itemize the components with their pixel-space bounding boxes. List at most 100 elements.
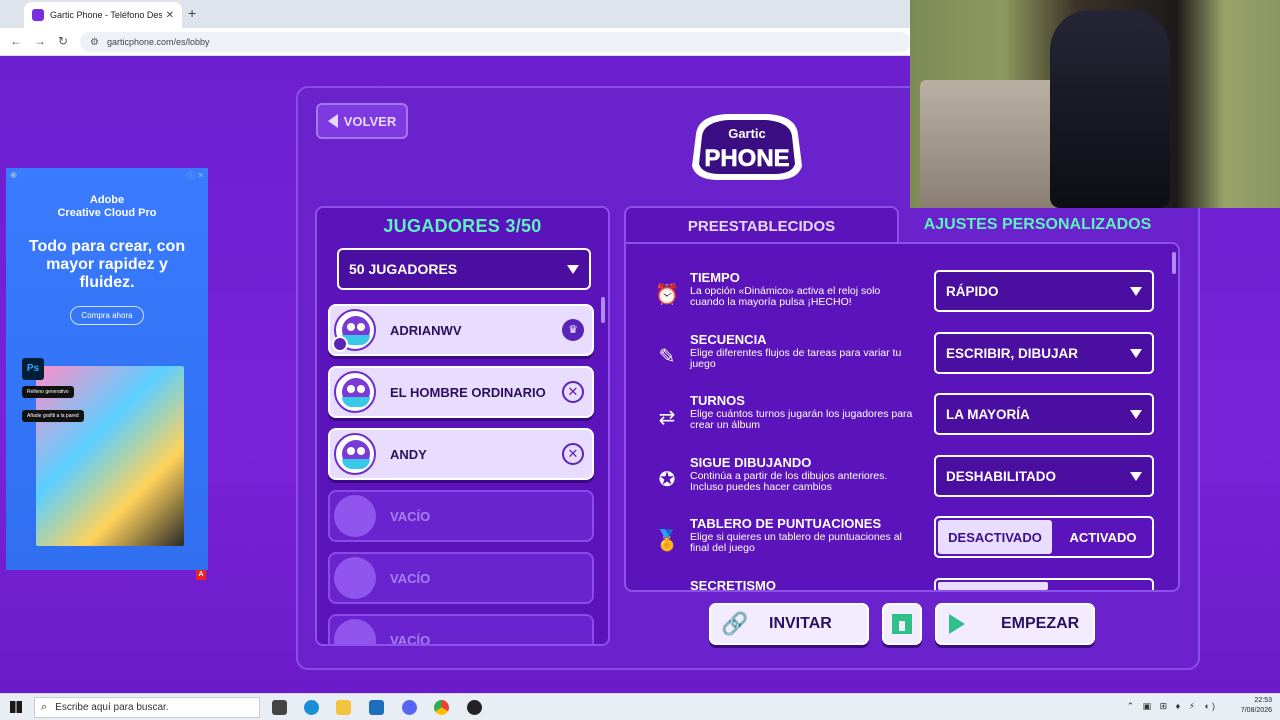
new-tab-icon[interactable]: +: [188, 5, 196, 21]
players-scrollbar[interactable]: [601, 297, 605, 323]
chevron-down-icon: [1130, 349, 1142, 358]
url-field[interactable]: ⚙ garticphone.com/es/lobby: [80, 32, 910, 52]
chevron-down-icon: [1130, 287, 1142, 296]
sequence-select[interactable]: ESCRIBIR, DIBUJAR: [934, 332, 1154, 374]
chevron-down-icon: [567, 265, 579, 274]
player-row: ADRIANWV ♛: [328, 304, 594, 356]
empty-avatar-icon: [334, 557, 376, 599]
task-view-icon[interactable]: [272, 700, 287, 715]
setting-description: La opción «Dinámico» activa el reloj sol…: [690, 285, 881, 308]
turns-select[interactable]: LA MAYORÍA: [934, 393, 1154, 435]
ad-headline: Todo para crear, con mayor rapidez y flu…: [28, 238, 186, 291]
file-explorer-icon[interactable]: [336, 700, 351, 715]
player-capacity-select[interactable]: 50 JUGADORES: [337, 248, 591, 290]
settings-scrollbar[interactable]: [1172, 252, 1176, 274]
ad-cta-button[interactable]: Compra ahora: [70, 306, 144, 325]
avatar: [334, 371, 376, 413]
settings-panel: ⏰ TIEMPO La opción «Dinámico» activa el …: [624, 242, 1180, 592]
photoshop-badge-icon: Ps: [22, 358, 44, 380]
setting-title: SECUENCIA: [690, 332, 767, 347]
setting-row-secrecy: SECRETISMO: [626, 578, 1166, 592]
setting-row-sequence: ✎ SECUENCIA Elige diferentes flujos de t…: [626, 332, 1166, 394]
toggle-option-off[interactable]: DESACTIVADO: [938, 520, 1052, 554]
clock[interactable]: 22:53 7/08/2026: [1241, 696, 1272, 716]
host-badge-icon: [332, 336, 348, 352]
scoreboard-toggle[interactable]: DESACTIVADO ACTIVADO: [934, 516, 1154, 558]
link-icon: 🔗: [721, 611, 749, 636]
player-row: ANDY ✕: [328, 428, 594, 480]
gartic-phone-logo: Gartic PHONE: [692, 114, 802, 180]
ad-choices-icon[interactable]: A: [196, 570, 206, 580]
site-info-icon[interactable]: ⚙: [90, 37, 99, 48]
empty-avatar-icon: [334, 495, 376, 537]
setting-row-turns: ⇄ TURNOS Elige cuántos turnos jugarán lo…: [626, 393, 1166, 455]
windows-start-icon[interactable]: [10, 701, 22, 713]
setting-description: Elige cuántos turnos jugarán los jugador…: [690, 408, 913, 431]
setting-title: SIGUE DIBUJANDO: [690, 455, 812, 470]
tab-custom-settings[interactable]: AJUSTES PERSONALIZADOS: [905, 206, 1170, 244]
ad-chip-generative: Relleno generativo: [22, 386, 74, 398]
qr-code-icon: [892, 614, 912, 634]
ad-info-icon[interactable]: ⓘ ✕: [187, 170, 204, 181]
chevron-down-icon: [1130, 410, 1142, 419]
chrome-icon[interactable]: [434, 700, 449, 715]
webcam-chair: [1050, 10, 1170, 208]
ad-banner[interactable]: ◉ ⓘ ✕ Adobe Creative Cloud Pro Todo para…: [6, 168, 208, 570]
forward-arrow-icon[interactable]: →: [34, 34, 46, 48]
system-tray-icons[interactable]: ⌃ ▣ ⊞ ♦ ⚡ ◖): [1127, 701, 1218, 712]
gartic-favicon-icon: [32, 9, 44, 21]
pencil-speech-icon: ✎: [658, 346, 676, 368]
invite-button[interactable]: 🔗 INVITAR: [709, 603, 869, 645]
back-arrow-icon[interactable]: ←: [10, 34, 22, 48]
tab-presets[interactable]: PREESTABLECIDOS: [624, 206, 899, 244]
reload-icon[interactable]: ↻: [58, 34, 68, 48]
avatar: [334, 433, 376, 475]
obs-icon[interactable]: [467, 700, 482, 715]
setting-description: Elige diferentes flujos de tareas para v…: [690, 347, 902, 370]
players-title: JUGADORES 3/50: [383, 216, 542, 236]
drawing-star-icon: ✪: [658, 469, 676, 491]
setting-description: Continúa a partir de los dibujos anterio…: [690, 470, 888, 493]
alarm-clock-icon: ⏰: [654, 284, 680, 306]
search-icon: ⌕: [41, 701, 48, 713]
keep-drawing-select[interactable]: DESHABILITADO: [934, 455, 1154, 497]
kick-player-icon[interactable]: ✕: [562, 381, 584, 403]
setting-description: Elige si quieres un tablero de puntuacio…: [690, 531, 902, 554]
toggle-option-on[interactable]: ACTIVADO: [1054, 518, 1152, 556]
empty-avatar-icon: [334, 619, 376, 644]
secrecy-toggle[interactable]: [934, 578, 1154, 590]
url-text: garticphone.com/es/lobby: [106, 37, 210, 47]
turns-arrows-icon: ⇄: [658, 407, 676, 429]
setting-row-scoreboard: 🏅 TABLERO DE PUNTUACIONES Elige si quier…: [626, 516, 1166, 578]
chevron-down-icon: [1130, 472, 1142, 481]
ad-brand: Adobe Creative Cloud Pro: [57, 194, 157, 219]
webcam-overlay: [910, 0, 1280, 208]
players-panel: JUGADORES 3/50 50 JUGADORES ADRIANWV ♛ E…: [315, 206, 610, 646]
empty-slot-label: VACÍO: [390, 570, 431, 586]
back-button[interactable]: VOLVER: [316, 103, 408, 139]
qr-code-button[interactable]: [882, 603, 922, 645]
empty-slot: VACÍO: [328, 490, 594, 542]
setting-title: TABLERO DE PUNTUACIONES: [690, 516, 882, 531]
close-tab-icon[interactable]: ✕: [166, 10, 174, 21]
empty-slot: VACÍO: [328, 614, 594, 644]
kick-player-icon[interactable]: ✕: [562, 443, 584, 465]
time-select[interactable]: RÁPIDO: [934, 270, 1154, 312]
empty-slot-label: VACÍO: [390, 508, 431, 524]
store-icon[interactable]: [369, 700, 384, 715]
discord-icon[interactable]: [402, 700, 417, 715]
start-button[interactable]: EMPEZAR: [935, 603, 1095, 645]
crown-icon: ♛: [562, 319, 584, 341]
ad-chip-graffiti: Añade grafiti a la pared: [22, 410, 84, 422]
webcam-bed: [920, 80, 1070, 208]
player-name: ANDY: [390, 446, 427, 462]
back-label: VOLVER: [343, 113, 397, 129]
back-triangle-icon: [327, 114, 338, 128]
tab-title: Gartic Phone - Teléfono Descom: [50, 10, 162, 20]
edge-icon[interactable]: [304, 700, 319, 715]
player-name: EL HOMBRE ORDINARIO: [390, 384, 546, 400]
setting-row-keep-drawing: ✪ SIGUE DIBUJANDO Continúa a partir de l…: [626, 455, 1166, 517]
browser-tab[interactable]: Gartic Phone - Teléfono Descom ✕: [24, 2, 182, 28]
setting-title: SECRETISMO: [690, 578, 776, 592]
taskbar-search-input[interactable]: ⌕ Escribe aquí para buscar.: [34, 697, 260, 718]
